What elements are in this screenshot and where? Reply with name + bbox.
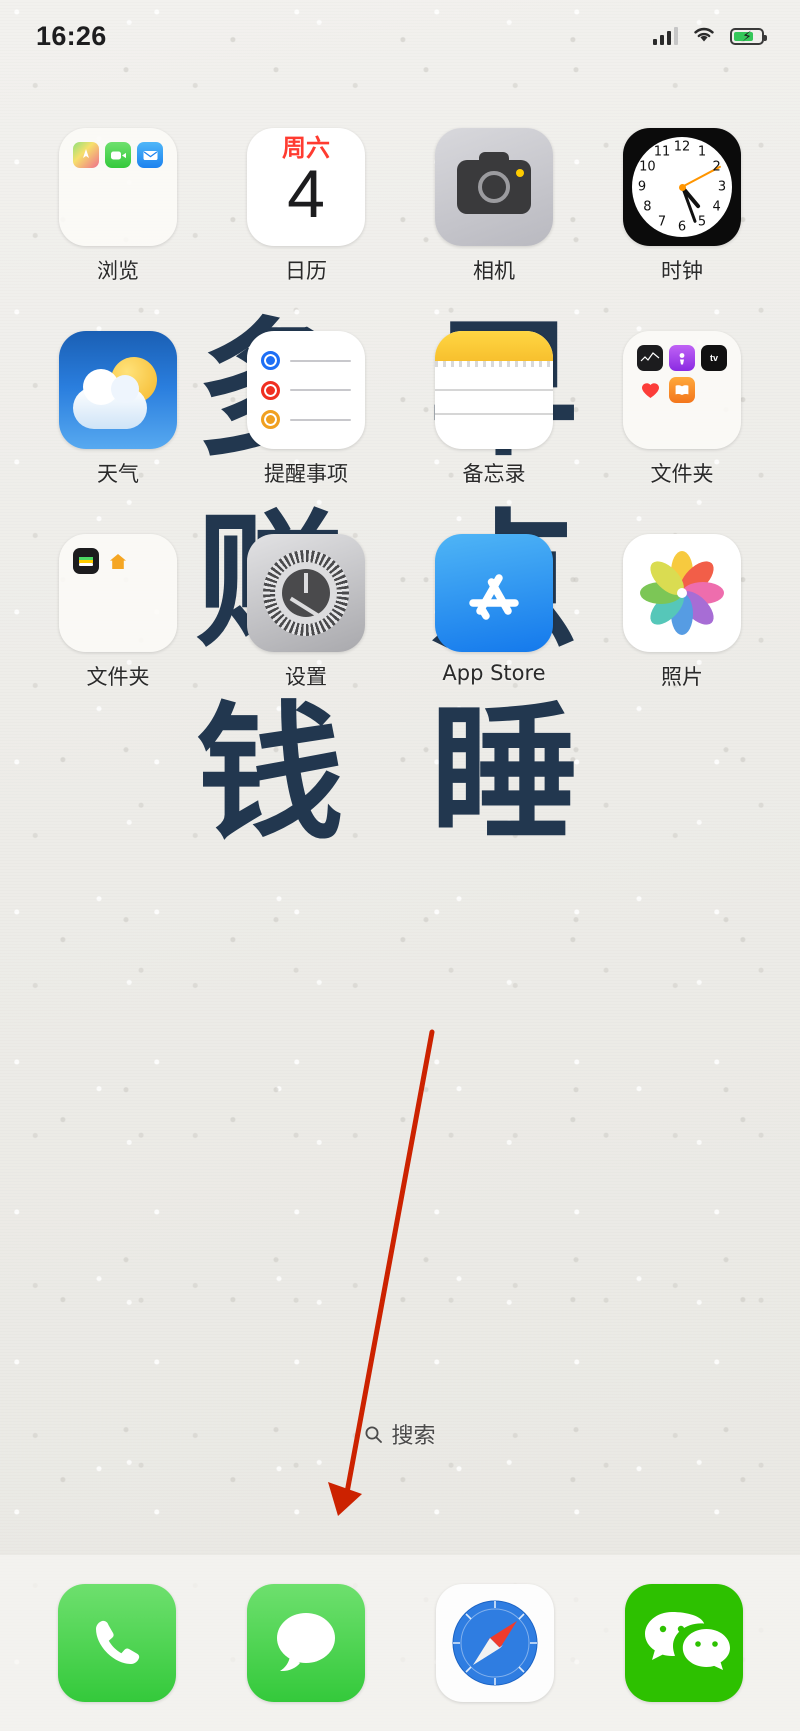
facetime-icon bbox=[105, 142, 131, 168]
clock-numeral: 2 bbox=[712, 159, 721, 175]
calendar-icon: 周六 4 bbox=[247, 128, 365, 246]
clock-numeral: 7 bbox=[657, 214, 667, 230]
maps-icon bbox=[73, 142, 99, 168]
clock-numeral: 10 bbox=[639, 159, 656, 175]
settings-gear-icon bbox=[247, 534, 365, 652]
search-label: 搜索 bbox=[391, 1424, 436, 1449]
app-label: 日历 bbox=[285, 259, 327, 283]
cellular-signal-icon bbox=[653, 27, 678, 45]
books-icon bbox=[669, 377, 695, 403]
clock-numeral: 6 bbox=[677, 219, 687, 235]
status-bar: 16:26 ⚡ bbox=[0, 0, 800, 72]
search-icon bbox=[364, 1425, 383, 1444]
battery-charging-icon: ⚡ bbox=[730, 27, 767, 45]
wechat-dock-icon[interactable] bbox=[624, 1584, 743, 1702]
camera-icon bbox=[435, 128, 553, 246]
clock-numeral: 12 bbox=[673, 139, 691, 155]
app-icon-notes[interactable]: 备忘录 bbox=[400, 331, 588, 488]
folder-preview bbox=[59, 534, 177, 652]
reminders-icon bbox=[247, 331, 365, 449]
clock-numeral: 3 bbox=[717, 179, 727, 195]
app-icon-app-store[interactable]: App Store bbox=[400, 534, 588, 691]
wifi-icon bbox=[691, 24, 717, 48]
notes-icon bbox=[435, 331, 553, 449]
app-label: 相机 bbox=[473, 259, 515, 283]
app-icon-reminders[interactable]: 提醒事项 bbox=[212, 331, 400, 488]
app-label: 文件夹 bbox=[650, 462, 714, 486]
app-icon-folder-utilities[interactable]: 文件夹 bbox=[24, 534, 212, 691]
dock bbox=[0, 1555, 800, 1731]
home-screen-app-grid: 浏览 周六 4 日历 相机 12 1 2 3 4 5 6 7 8 9 10 11 时钟 天气 bbox=[0, 128, 800, 691]
app-icon-photos[interactable]: 照片 bbox=[588, 534, 776, 691]
clock-numeral: 11 bbox=[653, 144, 671, 160]
app-icon-clock[interactable]: 12 1 2 3 4 5 6 7 8 9 10 11 时钟 bbox=[588, 128, 776, 285]
messages-dock-icon[interactable] bbox=[246, 1584, 365, 1702]
app-label: 照片 bbox=[661, 665, 703, 689]
app-label: 备忘录 bbox=[462, 462, 526, 486]
app-icon-calendar[interactable]: 周六 4 日历 bbox=[212, 128, 400, 285]
folder-preview: tv bbox=[623, 331, 741, 449]
clock-numeral: 5 bbox=[697, 214, 707, 230]
reminder-dot-red bbox=[261, 380, 280, 400]
home-icon bbox=[105, 548, 131, 574]
clock-numeral: 8 bbox=[643, 199, 652, 215]
app-icon-folder-media[interactable]: tv 文件夹 bbox=[588, 331, 776, 488]
app-store-icon bbox=[435, 534, 553, 652]
app-icon-weather[interactable]: 天气 bbox=[24, 331, 212, 488]
reminder-dot-blue bbox=[261, 351, 280, 370]
clock-numeral: 1 bbox=[697, 144, 707, 160]
app-label: 设置 bbox=[285, 665, 327, 689]
app-label: 天气 bbox=[97, 462, 139, 486]
folder-preview bbox=[59, 128, 177, 246]
safari-dock-icon[interactable] bbox=[435, 1584, 554, 1702]
appletv-icon: tv bbox=[701, 345, 727, 371]
weather-icon bbox=[59, 331, 177, 449]
app-label: 浏览 bbox=[97, 259, 139, 283]
app-label: 文件夹 bbox=[86, 665, 150, 689]
app-icon-camera[interactable]: 相机 bbox=[400, 128, 588, 285]
wallet-icon bbox=[73, 548, 99, 574]
app-icon-folder-browse[interactable]: 浏览 bbox=[24, 128, 212, 285]
app-label: 时钟 bbox=[661, 259, 703, 283]
status-bar-clock: 16:26 bbox=[36, 20, 107, 51]
clock-icon: 12 1 2 3 4 5 6 7 8 9 10 11 bbox=[623, 128, 741, 246]
app-icon-settings[interactable]: 设置 bbox=[212, 534, 400, 691]
calendar-date: 4 bbox=[287, 156, 325, 232]
app-label: App Store bbox=[442, 661, 546, 685]
wallpaper-char: 睡 bbox=[430, 688, 578, 860]
status-bar-indicators: ⚡ bbox=[653, 24, 767, 48]
clock-numeral: 9 bbox=[637, 179, 647, 195]
phone-dock-icon[interactable] bbox=[57, 1584, 176, 1702]
mail-icon bbox=[137, 142, 163, 168]
app-label: 提醒事项 bbox=[264, 462, 348, 486]
reminder-dot-orange bbox=[261, 410, 280, 429]
photos-icon bbox=[623, 534, 741, 652]
search-button[interactable]: 搜索 bbox=[0, 1418, 800, 1450]
wallpaper-char: 钱 bbox=[196, 688, 344, 860]
clock-numeral: 4 bbox=[712, 199, 721, 215]
health-icon bbox=[637, 377, 663, 403]
podcasts-icon bbox=[669, 345, 695, 371]
stocks-icon bbox=[637, 345, 663, 371]
